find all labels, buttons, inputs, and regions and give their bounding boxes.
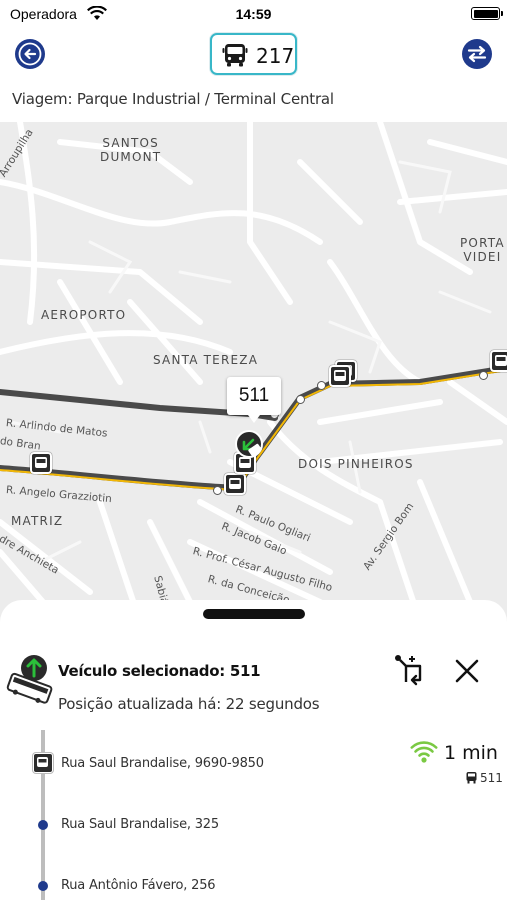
bus-stop-marker[interactable]: [224, 473, 246, 495]
swap-direction-icon: [467, 45, 487, 63]
clock: 14:59: [235, 6, 272, 22]
map-label-santa-tereza: SANTA TEREZA: [153, 353, 259, 367]
map-streets: [0, 122, 507, 622]
trip-label: Viagem: Parque Industrial / Terminal Cen…: [12, 90, 334, 108]
route-selector[interactable]: 217: [210, 33, 297, 75]
eta-vehicle-number: 511: [480, 771, 503, 785]
bus-icon: [334, 370, 346, 381]
selected-vehicle-title: Veículo selecionado: 511: [58, 662, 261, 680]
bus-icon: [495, 355, 507, 366]
map-label-aeroporto: AEROPORTO: [41, 308, 127, 322]
direction-arrow-icon: [317, 381, 326, 390]
show-route-button[interactable]: [388, 652, 432, 692]
bus-stop-marker[interactable]: [329, 365, 351, 387]
route-path-icon: [395, 655, 422, 686]
bus-icon: [222, 44, 248, 67]
bus-icon: [229, 478, 241, 489]
route-number: 217: [256, 44, 295, 68]
stop-name: Rua Saul Brandalise, 9690-9850: [61, 756, 264, 771]
bus-stop-marker[interactable]: [30, 452, 52, 474]
sheet-grabber[interactable]: [203, 609, 305, 619]
list-item[interactable]: Rua Antônio Fávero, 256: [0, 872, 400, 900]
vehicle-callout[interactable]: 511: [227, 377, 281, 423]
status-bar: Operadora 14:59: [0, 0, 507, 28]
direction-arrow-icon: [479, 371, 488, 380]
vehicle-direction-icon: [235, 430, 263, 458]
list-item[interactable]: Rua Saul Brandalise, 325: [0, 811, 400, 841]
position-updated-text: Posição atualizada há: 22 segundos: [58, 695, 320, 713]
stop-point-icon: [38, 820, 48, 830]
realtime-signal-icon: [410, 740, 438, 769]
bus-stop-marker[interactable]: [490, 350, 507, 372]
close-button[interactable]: [447, 652, 487, 692]
map-view[interactable]: SANTOS DUMONT AEROPORTO SANTA TEREZA DOIS…: [0, 122, 507, 622]
bus-icon: [35, 457, 47, 468]
back-arrow-icon: [18, 42, 42, 66]
map-label-portal-videira: PORTA VIDEI: [460, 236, 505, 264]
eta-time: 1 min: [444, 742, 498, 764]
bus-stop-icon: [33, 753, 53, 773]
bus-icon: [465, 771, 478, 789]
list-item[interactable]: Rua Saul Brandalise, 9690-9850: [0, 750, 400, 780]
stop-name: Rua Antônio Fávero, 256: [61, 878, 216, 893]
vehicle-details-sheet: Veículo selecionado: 511 Posição atualiz…: [0, 600, 507, 900]
swap-direction-button[interactable]: [462, 39, 492, 69]
direction-arrow-icon: [213, 486, 222, 495]
map-label-dois-pinheiros: DOIS PINHEIROS: [298, 457, 414, 471]
direction-arrow-icon: [296, 395, 305, 404]
battery-icon: [471, 7, 503, 20]
vehicle-marker[interactable]: [233, 428, 265, 460]
map-label-matriz: MATRIZ: [11, 514, 64, 528]
close-icon: [455, 659, 479, 682]
stop-name: Rua Saul Brandalise, 325: [61, 817, 219, 832]
vehicle-icon: [6, 654, 54, 704]
map-label-santos-dumont: SANTOS DUMONT: [100, 136, 162, 164]
back-button[interactable]: [15, 39, 45, 69]
stop-point-icon: [38, 881, 48, 891]
